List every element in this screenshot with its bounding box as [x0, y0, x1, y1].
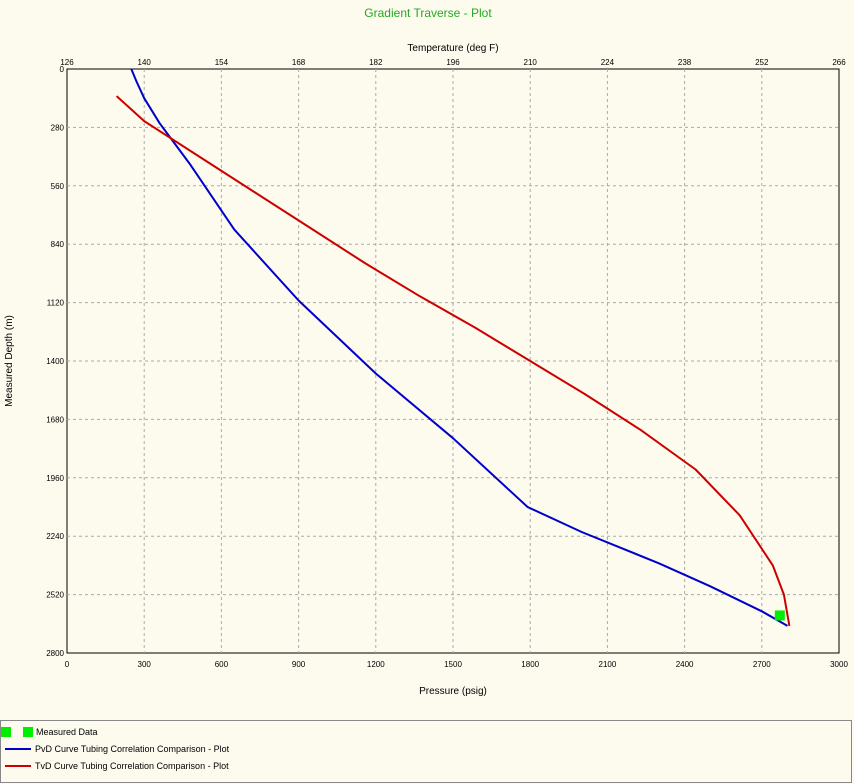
- pressure-tick-label: 300: [138, 660, 152, 669]
- depth-tick-label: 280: [51, 123, 65, 132]
- bottom-axis-title: Pressure (psig): [419, 686, 487, 697]
- legend-item-pvd: PvD Curve Tubing Correlation Comparison …: [1, 741, 229, 757]
- depth-tick-label: 1960: [46, 474, 64, 483]
- legend-item-measured-data: Measured Data: [1, 724, 98, 740]
- depth-tick-label: 0: [60, 65, 65, 74]
- depth-tick-label: 1680: [46, 415, 64, 424]
- gradient-traverse-chart: Gradient Traverse - Plot Temperature (de…: [4, 6, 848, 697]
- measured-data-point: [774, 610, 785, 621]
- pressure-tick-label: 3000: [830, 660, 848, 669]
- depth-tick-label: 2520: [46, 591, 64, 600]
- depth-tick-label: 2240: [46, 532, 64, 541]
- temperature-tick-label: 182: [369, 58, 383, 67]
- measured-data-swatch-2: [23, 727, 33, 737]
- pressure-tick-label: 2400: [676, 660, 694, 669]
- legend-label-measured-data: Measured Data: [36, 727, 98, 737]
- chart-title: Gradient Traverse - Plot: [364, 6, 492, 20]
- depth-tick-label: 1400: [46, 357, 64, 366]
- temperature-tick-label: 140: [138, 58, 152, 67]
- legend: Measured Data PvD Curve Tubing Correlati…: [0, 720, 852, 783]
- temperature-tick-label: 210: [524, 58, 538, 67]
- measured-data-markers: [774, 610, 785, 621]
- temperature-tick-label: 196: [446, 58, 460, 67]
- pressure-tick-label: 1500: [444, 660, 462, 669]
- pressure-tick-label: 1200: [367, 660, 385, 669]
- measured-data-swatch: [1, 727, 11, 737]
- depth-tick-label: 840: [51, 240, 65, 249]
- y-axis-title: Measured Depth (m): [4, 315, 15, 407]
- temperature-tick-label: 224: [601, 58, 615, 67]
- depth-tick-label: 560: [51, 182, 65, 191]
- top-axis-title: Temperature (deg F): [407, 43, 498, 54]
- tvd-swatch: [5, 765, 31, 767]
- temperature-tick-label: 154: [215, 58, 229, 67]
- pressure-tick-label: 900: [292, 660, 306, 669]
- pressure-tick-label: 2100: [599, 660, 617, 669]
- legend-label-tvd: TvD Curve Tubing Correlation Comparison …: [35, 761, 229, 771]
- pressure-tick-label: 0: [65, 660, 70, 669]
- pressure-tick-label: 2700: [753, 660, 771, 669]
- pressure-tick-label: 1800: [521, 660, 539, 669]
- temperature-tick-label: 252: [755, 58, 769, 67]
- temperature-tick-label: 238: [678, 58, 692, 67]
- depth-tick-label: 1120: [47, 299, 65, 308]
- legend-item-tvd: TvD Curve Tubing Correlation Comparison …: [1, 758, 229, 774]
- temperature-tick-label: 266: [832, 58, 846, 67]
- depth-tick-label: 2800: [46, 649, 64, 658]
- legend-label-pvd: PvD Curve Tubing Correlation Comparison …: [35, 744, 230, 754]
- temperature-tick-label: 168: [292, 58, 306, 67]
- pressure-tick-label: 600: [215, 660, 229, 669]
- pvd-swatch: [5, 748, 31, 750]
